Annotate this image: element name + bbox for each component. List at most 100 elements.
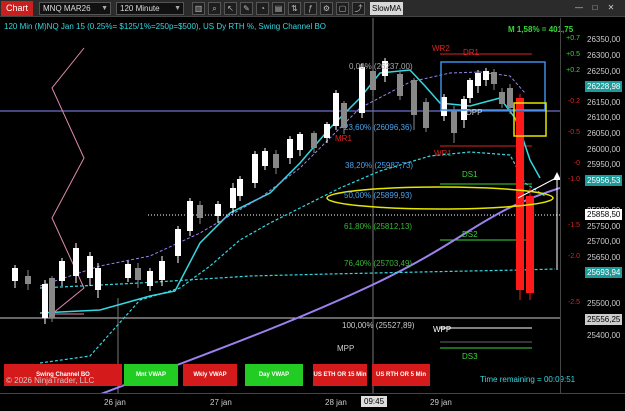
price-tick-label: 26150,00 — [587, 98, 621, 107]
candle-body — [499, 92, 505, 104]
zoom-icon[interactable]: ⌕ — [208, 2, 221, 15]
indicators-icon[interactable]: ƒ — [304, 2, 317, 15]
indicator-badge[interactable]: SlowMA — [370, 2, 404, 15]
percent-tick-label: -0.5 — [567, 129, 580, 136]
candle-body — [411, 80, 417, 115]
price-marker-tag: 25693,94 — [585, 267, 623, 278]
candle-body — [287, 139, 293, 158]
candle-body — [475, 73, 481, 86]
time-tick-label: 26 jan — [104, 398, 126, 407]
indicator-toggle-button[interactable]: US RTH OR 5 Min — [372, 364, 430, 386]
interval-selector[interactable]: 120 Minute ▼ — [116, 2, 184, 15]
percent-tick-label: +0.2 — [566, 67, 580, 74]
ds2-label: DS2 — [462, 230, 478, 239]
candle-body — [262, 151, 268, 166]
time-tick-label: 29 jan — [430, 398, 452, 407]
candle-body — [237, 179, 243, 196]
price-axis[interactable]: 26350,00 +0.7 26300,00 +0.5 26250,00 +0.2 2615… — [560, 18, 625, 393]
fib-618-label: 61,80% (25812,13) — [344, 222, 413, 231]
percent-tick-label: -2.5 — [567, 299, 580, 306]
time-cursor-label: 09:45 — [361, 396, 388, 407]
candle-body — [159, 261, 165, 280]
candle-body — [311, 133, 317, 148]
mpp-label: MPP — [337, 344, 355, 353]
candle-body — [483, 71, 489, 80]
candle-body — [397, 74, 403, 96]
price-marker-tag: 25858,50 — [585, 209, 623, 220]
candle-body — [526, 196, 534, 293]
price-chart-panel[interactable] — [0, 18, 560, 393]
chart-toolbar: Chart MNQ MAR26 ▼ 120 Minute ▼ ▥ ⌕ ↖ ✎ ◔… — [0, 0, 625, 17]
mid-channel-line — [39, 268, 556, 289]
drawing-tool-icon[interactable]: ✎ — [240, 2, 253, 15]
candle-body — [370, 71, 376, 90]
wpp-label: WPP — [433, 325, 452, 334]
indicator-toggle-button[interactable]: Mnt VWAP — [124, 364, 178, 386]
candle-body — [297, 134, 303, 150]
price-tick-label: 26050,00 — [587, 129, 621, 138]
indicator-toggle-button[interactable]: Wkly VWAP — [183, 364, 237, 386]
percent-tick-label: +0.7 — [566, 35, 580, 42]
price-tick-label: 25700,00 — [587, 237, 621, 246]
candle-body — [135, 268, 141, 280]
instrument-value: MNQ MAR26 — [43, 4, 91, 13]
price-tick-label: 25750,00 — [587, 222, 621, 231]
candle-body — [49, 278, 55, 318]
wr2-label: WR2 — [432, 44, 450, 53]
candle-body — [423, 102, 429, 128]
candle-body — [197, 205, 203, 218]
minimize-icon[interactable]: — — [574, 3, 584, 13]
price-tick-label: 26300,00 — [587, 51, 621, 60]
share-icon[interactable]: ⤴ — [352, 2, 365, 15]
price-chart[interactable] — [0, 18, 560, 393]
chart-trader-icon[interactable]: ⇅ — [288, 2, 301, 15]
ds1-label: DS1 — [462, 170, 478, 179]
time-tick-label: 28 jan — [325, 398, 347, 407]
percent-tick-label: -1.5 — [567, 222, 580, 229]
candle-body — [507, 88, 513, 108]
fib-100-label: 100,00% (25527,89) — [342, 321, 415, 330]
properties-icon[interactable]: ⚙ — [320, 2, 333, 15]
close-icon[interactable]: ✕ — [606, 3, 616, 13]
candle-body — [125, 264, 131, 278]
bar-type-icon[interactable]: ▥ — [192, 2, 205, 15]
candle-body — [359, 67, 365, 113]
strategy-icon[interactable]: ◔ — [256, 2, 269, 15]
mr1-label: MR1 — [335, 134, 352, 143]
price-tick-label: 25500,00 — [587, 299, 621, 308]
time-tick-label: 27 jan — [210, 398, 232, 407]
ds3-label: DS3 — [462, 352, 478, 361]
indicator-toggle-button[interactable]: Day VWAP — [245, 364, 303, 386]
indicator-toggle-button[interactable]: US ETH OR 15 Min — [313, 364, 367, 386]
price-tick-label: 26000,00 — [587, 145, 621, 154]
price-marker-tag: 25956,53 — [585, 175, 623, 186]
price-tick-label: 25400,00 — [587, 331, 621, 340]
candle-body — [230, 188, 236, 208]
percent-tick-label: +0.5 — [566, 51, 580, 58]
chevron-down-icon: ▼ — [174, 5, 181, 12]
price-tick-label: 25650,00 — [587, 253, 621, 262]
maximize-icon[interactable]: □ — [590, 3, 600, 13]
candle-body — [451, 110, 457, 133]
data-box-icon[interactable]: ▤ — [272, 2, 285, 15]
candle-body — [42, 284, 48, 318]
cursor-icon[interactable]: ↖ — [224, 2, 237, 15]
price-tick-label: 26350,00 — [587, 35, 621, 44]
fib-764-label: 76,40% (25703,49) — [344, 259, 413, 268]
fib-236-label: 23,60% (26096,36) — [344, 123, 413, 132]
candle-body — [441, 97, 447, 116]
candle-body — [273, 154, 279, 168]
chevron-down-icon: ▼ — [101, 5, 108, 12]
percent-tick-label: -0 — [573, 160, 580, 167]
fib-50-label: 50,00% (25899,93) — [344, 191, 413, 200]
slow-ma-line — [100, 187, 560, 393]
snapshot-icon[interactable]: ▢ — [336, 2, 349, 15]
candle-body — [175, 229, 181, 256]
fib-0-label: 0,00% (26237,00) — [349, 62, 413, 71]
instrument-selector[interactable]: MNQ MAR26 ▼ — [39, 2, 111, 15]
time-axis[interactable]: 26 jan 27 jan 28 jan 29 jan 09:45 — [0, 393, 625, 411]
fib-382-label: 38,20% (25987,73) — [345, 161, 414, 170]
candle-body — [59, 261, 65, 281]
candle-body — [516, 98, 524, 290]
price-tick-label: 25950,00 — [587, 160, 621, 169]
